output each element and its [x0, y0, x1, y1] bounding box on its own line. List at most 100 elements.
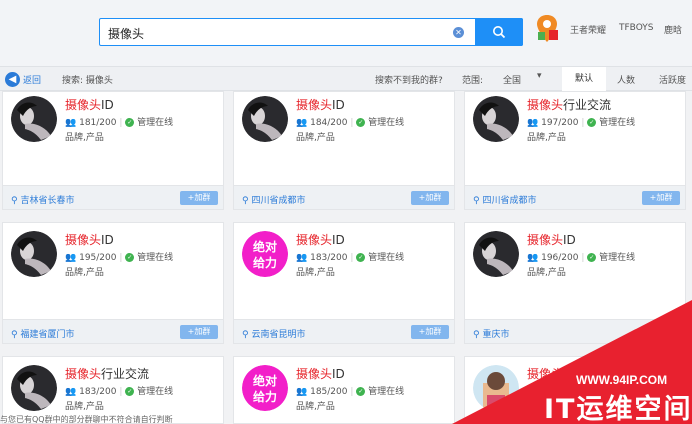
avatar-wrap[interactable]	[11, 96, 57, 142]
join-group-button[interactable]: +加群	[411, 191, 449, 205]
avatar-wrap[interactable]	[473, 231, 519, 277]
avatar-wrap[interactable]	[11, 365, 57, 411]
back-arrow-icon[interactable]: ◀	[5, 72, 20, 87]
group-tags: 品牌,产品	[65, 133, 104, 143]
members-icon: 👥	[296, 118, 308, 128]
members-icon: 👥	[65, 387, 77, 397]
group-card[interactable]: 绝对 给力 摄像头ID 👥 183/200 | ✓ 管理在线 品牌,产品 ⚲ 云南省昆…	[233, 222, 455, 344]
card-footer: ⚲ 吉林省长春市 +加群	[3, 185, 223, 209]
members-icon: 👥	[527, 118, 539, 128]
map-pin-icon[interactable]	[535, 14, 559, 44]
group-name[interactable]: 摄像头ID	[296, 231, 345, 248]
group-name-highlight: 摄像头	[527, 233, 564, 247]
top-bar: 摄像头 ✕ 王者荣耀 TFBOYS 鹿晗	[0, 0, 692, 66]
join-group-button[interactable]: +加群	[411, 325, 449, 339]
check-icon: ✓	[356, 118, 366, 127]
members-icon: 👥	[296, 253, 308, 263]
avatar-wrap[interactable]	[473, 96, 519, 142]
group-name[interactable]: 摄像头行业交流	[527, 96, 611, 113]
sort-default-tab[interactable]: 默认	[562, 67, 606, 91]
location: ⚲ 吉林省长春市	[11, 196, 75, 206]
hotword-3[interactable]: 鹿晗	[664, 23, 682, 36]
card-footer: ⚲ 福建省厦门市 +加群	[3, 319, 223, 343]
member-count: 197/200	[541, 118, 579, 128]
admin-status: 管理在线	[137, 387, 174, 397]
group-avatar	[11, 231, 57, 277]
group-card[interactable]: 摄像头ID 👥 184/200 | ✓ 管理在线 品牌,产品 ⚲ 四川省成都市 +加群	[233, 91, 455, 210]
svg-text:IT运维空间: IT运维空间	[544, 393, 692, 424]
check-icon: ✓	[125, 253, 135, 262]
member-count: 183/200	[79, 387, 117, 397]
group-card[interactable]: 摄像头ID 👥 195/200 | ✓ 管理在线 品牌,产品 ⚲ 福建省厦门市 +加群	[2, 222, 224, 344]
avatar-wrap[interactable]	[242, 96, 288, 142]
location: ⚲ 四川省成都市	[242, 196, 306, 206]
check-icon: ✓	[125, 387, 135, 396]
group-name[interactable]: 摄像头ID	[296, 365, 345, 382]
members-icon: 👥	[65, 118, 77, 128]
card-footer: ⚲ 四川省成都市 +加群	[234, 185, 454, 209]
location-pin-icon: ⚲	[242, 196, 249, 206]
group-tags: 品牌,产品	[527, 133, 566, 143]
avatar-wrap[interactable]: 绝对 给力	[242, 231, 288, 277]
group-card[interactable]: 摄像头行业交流 👥 197/200 | ✓ 管理在线 品牌,产品 ⚲ 四川省成都市 +…	[464, 91, 686, 210]
group-name[interactable]: 摄像头ID	[65, 96, 114, 113]
search-input[interactable]: 摄像头	[108, 25, 144, 42]
search-summary: 搜索: 摄像头	[62, 76, 113, 86]
avatar-wrap[interactable]	[11, 231, 57, 277]
group-name[interactable]: 摄像头ID	[296, 96, 345, 113]
group-name[interactable]: 摄像头行业交流	[65, 365, 149, 382]
svg-text:绝对: 绝对	[253, 373, 277, 388]
not-found-link[interactable]: 搜索不到我的群?	[375, 73, 443, 86]
svg-text:给力: 给力	[253, 255, 277, 270]
sort-members-tab[interactable]: 人数	[617, 73, 635, 86]
location: ⚲ 四川省成都市	[473, 196, 537, 206]
group-meta: 👥 181/200 | ✓ 管理在线	[65, 118, 174, 128]
group-avatar	[473, 231, 519, 277]
group-meta: 👥 183/200 | ✓ 管理在线	[296, 253, 405, 263]
group-meta: 👥 195/200 | ✓ 管理在线	[65, 253, 174, 263]
group-name-rest: 行业交流	[101, 367, 150, 381]
group-name[interactable]: 摄像头ID	[65, 231, 114, 248]
search-button[interactable]	[475, 18, 523, 46]
group-card[interactable]: 摄像头ID 👥 181/200 | ✓ 管理在线 品牌,产品 ⚲ 吉林省长春市 +加群	[2, 91, 224, 210]
group-name-rest: ID	[101, 233, 114, 247]
group-name-rest: ID	[332, 233, 345, 247]
group-avatar	[11, 365, 57, 411]
admin-status: 管理在线	[137, 118, 174, 128]
group-name-highlight: 摄像头	[527, 98, 564, 112]
search-box[interactable]: 摄像头 ✕	[99, 18, 523, 46]
group-name-highlight: 摄像头	[296, 98, 333, 112]
range-select[interactable]: 全国	[503, 73, 521, 86]
group-name-rest: ID	[332, 98, 345, 112]
group-tags: 品牌,产品	[296, 133, 335, 143]
member-count: 184/200	[310, 118, 348, 128]
join-group-button[interactable]: +加群	[642, 191, 680, 205]
range-label: 范围:	[462, 76, 484, 86]
group-tags: 品牌,产品	[296, 402, 335, 412]
chevron-down-icon[interactable]: ▾	[537, 71, 542, 81]
group-tags: 品牌,产品	[65, 402, 104, 412]
join-group-button[interactable]: +加群	[180, 325, 218, 339]
hotword-1[interactable]: 王者荣耀	[570, 23, 606, 36]
filter-bar: ◀ 返回 搜索: 摄像头 搜索不到我的群? 范围: 全国 ▾ 默认 人数 活跃度	[0, 66, 692, 91]
group-avatar	[11, 96, 57, 142]
svg-text:给力: 给力	[253, 389, 277, 404]
check-icon: ✓	[125, 118, 135, 127]
group-name-rest: ID	[563, 233, 576, 247]
group-avatar	[242, 96, 288, 142]
member-count: 183/200	[310, 253, 348, 263]
members-icon: 👥	[65, 253, 77, 263]
location-pin-icon: ⚲	[11, 196, 18, 206]
group-name-rest: ID	[101, 98, 114, 112]
back-link[interactable]: 返回	[23, 73, 41, 86]
hotword-2[interactable]: TFBOYS	[619, 23, 654, 33]
join-group-button[interactable]: +加群	[180, 191, 218, 205]
sort-activity-tab[interactable]: 活跃度	[659, 73, 686, 86]
clear-icon[interactable]: ✕	[453, 27, 464, 38]
group-name[interactable]: 摄像头ID	[527, 231, 576, 248]
group-tags: 品牌,产品	[296, 268, 335, 278]
admin-status: 管理在线	[137, 253, 174, 263]
group-meta: 👥 196/200 | ✓ 管理在线	[527, 253, 636, 263]
avatar-wrap[interactable]: 绝对 给力	[242, 365, 288, 411]
group-meta: 👥 197/200 | ✓ 管理在线	[527, 118, 636, 128]
